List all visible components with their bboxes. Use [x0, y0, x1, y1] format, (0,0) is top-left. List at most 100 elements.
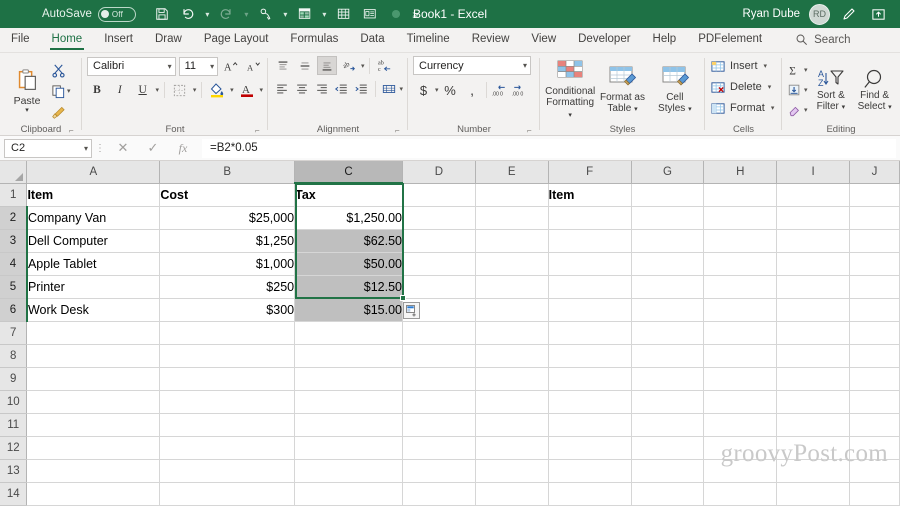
cell-F5[interactable] [548, 275, 632, 299]
cell-D13[interactable] [402, 459, 476, 483]
cell-I7[interactable] [776, 321, 851, 345]
cell-E10[interactable] [475, 390, 549, 414]
cell-D7[interactable] [402, 321, 476, 345]
column-header-a[interactable]: A [26, 161, 161, 184]
cell-I8[interactable] [776, 344, 851, 368]
cell-A6[interactable]: Work Desk [26, 298, 161, 322]
avatar[interactable]: RD [809, 3, 830, 25]
cell-F4[interactable] [548, 252, 632, 276]
find-select-button[interactable]: Find & Select ▾ [854, 66, 895, 114]
cell-G1[interactable] [631, 183, 705, 207]
cell-G4[interactable] [631, 252, 705, 276]
cell-I10[interactable] [776, 390, 851, 414]
insert-dropdown-icon[interactable]: ▾ [764, 62, 768, 70]
cell-B3[interactable]: $1,250 [159, 229, 296, 253]
cell-D1[interactable] [402, 183, 476, 207]
cell-D12[interactable] [402, 436, 476, 460]
row-header-1[interactable]: 1 [0, 183, 28, 207]
tab-timeline[interactable]: Timeline [396, 27, 461, 52]
number-dialog-launcher[interactable]: ⌐ [527, 125, 536, 136]
cell-B7[interactable] [159, 321, 296, 345]
autosave-control[interactable]: AutoSave Off [42, 6, 136, 22]
cell-D14[interactable] [402, 482, 476, 506]
increase-indent-icon[interactable] [353, 79, 371, 98]
fill-dropdown-icon[interactable]: ▾ [804, 86, 808, 94]
column-header-j[interactable]: J [849, 161, 900, 184]
tab-insert[interactable]: Insert [93, 27, 144, 52]
cell-C3[interactable]: $62.50 [294, 229, 403, 253]
format-painter-icon[interactable] [51, 105, 66, 120]
cell-F9[interactable] [548, 367, 632, 391]
cell-H6[interactable] [703, 298, 778, 322]
row-header-4[interactable]: 4 [0, 252, 28, 276]
cell-J9[interactable] [849, 367, 900, 391]
cell-A7[interactable] [26, 321, 161, 345]
row-header-6[interactable]: 6 [0, 298, 28, 322]
cell-B13[interactable] [159, 459, 296, 483]
touch-mode-dropdown-icon[interactable]: ▾ [280, 3, 291, 25]
row-header-12[interactable]: 12 [0, 436, 28, 460]
cell-C6[interactable]: $15.00 [294, 298, 403, 322]
percent-style-button[interactable]: % [440, 80, 461, 100]
cell-G2[interactable] [631, 206, 705, 230]
copy-icon[interactable] [51, 84, 66, 99]
alignment-dialog-launcher[interactable]: ⌐ [395, 125, 404, 136]
cell-J5[interactable] [849, 275, 900, 299]
cell-D9[interactable] [402, 367, 476, 391]
column-header-c[interactable]: C [294, 161, 403, 184]
row-header-3[interactable]: 3 [0, 229, 28, 253]
font-family-select[interactable]: Calibri ▾ [87, 56, 176, 76]
cell-F13[interactable] [548, 459, 632, 483]
cell-B9[interactable] [159, 367, 296, 391]
autosum-button[interactable]: Σ ▾ [787, 61, 807, 80]
insert-cells-button[interactable]: Insert ▾ [710, 56, 777, 76]
cell-A4[interactable]: Apple Tablet [26, 252, 161, 276]
cell-F6[interactable] [548, 298, 632, 322]
cell-C1[interactable]: Tax [294, 183, 403, 207]
tab-file[interactable]: File [0, 27, 41, 52]
autosave-toggle[interactable]: Off [97, 6, 136, 22]
cell-I9[interactable] [776, 367, 851, 391]
cell-H1[interactable] [703, 183, 778, 207]
cell-A11[interactable] [26, 413, 161, 437]
cell-I6[interactable] [776, 298, 851, 322]
cell-J13[interactable] [849, 459, 900, 483]
tab-draw[interactable]: Draw [144, 27, 193, 52]
clear-dropdown-icon[interactable]: ▾ [804, 106, 808, 114]
cell-J11[interactable] [849, 413, 900, 437]
form-icon[interactable] [358, 3, 382, 25]
row-header-14[interactable]: 14 [0, 482, 28, 506]
decrease-decimal-icon[interactable]: .00 0 [510, 80, 529, 100]
cell-J10[interactable] [849, 390, 900, 414]
pivot-dropdown-icon[interactable]: ▾ [319, 3, 330, 25]
bold-button[interactable]: B [87, 80, 107, 100]
auto-fill-options-icon[interactable] [403, 302, 420, 319]
column-header-h[interactable]: H [703, 161, 778, 184]
cell-G5[interactable] [631, 275, 705, 299]
increase-decimal-icon[interactable]: .00 0 [490, 80, 509, 100]
cell-I13[interactable] [776, 459, 851, 483]
cell-E7[interactable] [475, 321, 549, 345]
name-box[interactable]: C2 ▾ [4, 138, 92, 158]
cell-B11[interactable] [159, 413, 296, 437]
cell-G14[interactable] [631, 482, 705, 506]
tab-data[interactable]: Data [349, 27, 395, 52]
format-as-table-button[interactable]: Format as Table ▾ [597, 64, 647, 116]
cell-I12[interactable] [776, 436, 851, 460]
cell-D8[interactable] [402, 344, 476, 368]
close-icon[interactable]: ✕ [108, 137, 138, 159]
cell-F14[interactable] [548, 482, 632, 506]
cell-A2[interactable]: Company Van [26, 206, 161, 230]
row-header-7[interactable]: 7 [0, 321, 28, 345]
cell-C7[interactable] [294, 321, 403, 345]
cell-G9[interactable] [631, 367, 705, 391]
cell-B8[interactable] [159, 344, 296, 368]
delete-cells-button[interactable]: Delete ▾ [710, 77, 777, 97]
fill-button[interactable]: ▾ [787, 81, 808, 100]
cell-I4[interactable] [776, 252, 851, 276]
align-right-icon[interactable] [313, 79, 331, 98]
cell-B6[interactable]: $300 [159, 298, 296, 322]
cell-F8[interactable] [548, 344, 632, 368]
row-header-10[interactable]: 10 [0, 390, 28, 414]
cell-C4[interactable]: $50.00 [294, 252, 403, 276]
